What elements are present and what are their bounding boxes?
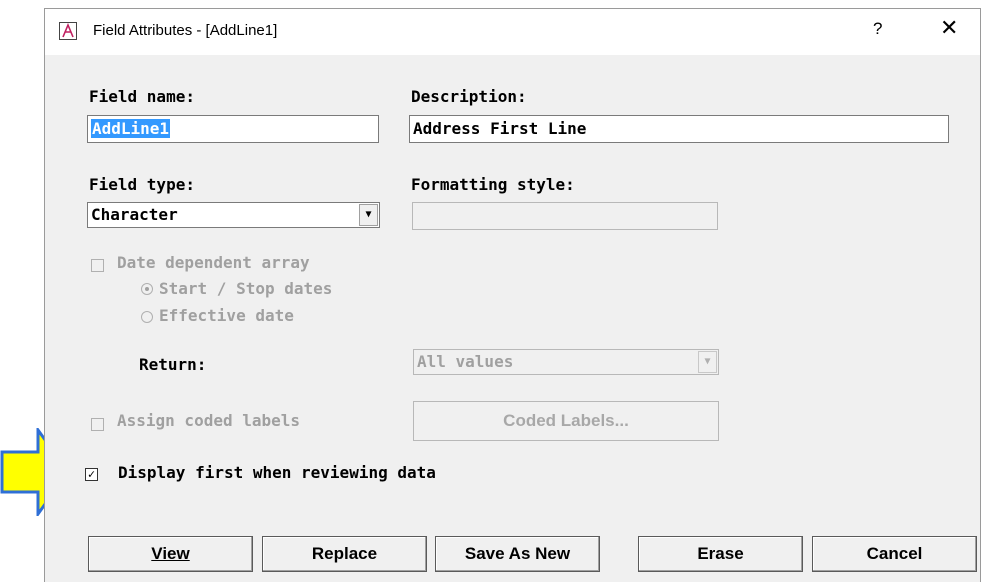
- coded-labels-button: Coded Labels...: [413, 401, 719, 441]
- formatting-style-input: [412, 202, 718, 230]
- erase-button[interactable]: Erase: [638, 536, 803, 572]
- return-label: Return:: [139, 355, 207, 374]
- view-button[interactable]: View: [88, 536, 253, 572]
- chevron-down-icon[interactable]: ▼: [359, 204, 378, 226]
- title-bar: Field Attributes - [AddLine1] ? ✕: [45, 9, 980, 55]
- cancel-button[interactable]: Cancel: [812, 536, 977, 572]
- assign-coded-label: Assign coded labels: [117, 411, 301, 430]
- field-type-select[interactable]: Character ▼: [87, 202, 380, 228]
- return-select: All values ▼: [413, 349, 719, 375]
- help-button[interactable]: ?: [873, 19, 882, 39]
- date-dependent-checkbox: [91, 259, 104, 272]
- save-as-new-button[interactable]: Save As New: [435, 536, 600, 572]
- assign-coded-checkbox: [91, 418, 104, 431]
- start-stop-radio: [141, 283, 153, 295]
- chevron-down-icon: ▼: [698, 351, 717, 373]
- description-input[interactable]: Address First Line: [409, 115, 949, 143]
- return-value: All values: [417, 352, 514, 371]
- field-attributes-dialog: Field Attributes - [AddLine1] ? ✕ Field …: [44, 8, 981, 582]
- window-title: Field Attributes - [AddLine1]: [93, 22, 278, 39]
- description-value: Address First Line: [413, 119, 587, 138]
- description-label: Description:: [411, 87, 527, 106]
- replace-button[interactable]: Replace: [262, 536, 427, 572]
- effective-date-label: Effective date: [159, 306, 294, 325]
- field-name-input[interactable]: AddLine1: [87, 115, 379, 143]
- close-icon[interactable]: ✕: [940, 15, 958, 41]
- field-name-value: AddLine1: [91, 119, 171, 138]
- field-type-label: Field type:: [89, 175, 195, 194]
- field-name-label: Field name:: [89, 87, 195, 106]
- effective-date-radio: [141, 311, 153, 323]
- start-stop-label: Start / Stop dates: [159, 279, 333, 298]
- field-type-value: Character: [91, 205, 178, 224]
- formatting-style-label: Formatting style:: [411, 175, 575, 194]
- display-first-label: Display first when reviewing data: [118, 463, 436, 482]
- app-icon: [59, 22, 77, 40]
- date-dependent-label: Date dependent array: [117, 253, 310, 272]
- display-first-checkbox[interactable]: ✓: [85, 468, 98, 481]
